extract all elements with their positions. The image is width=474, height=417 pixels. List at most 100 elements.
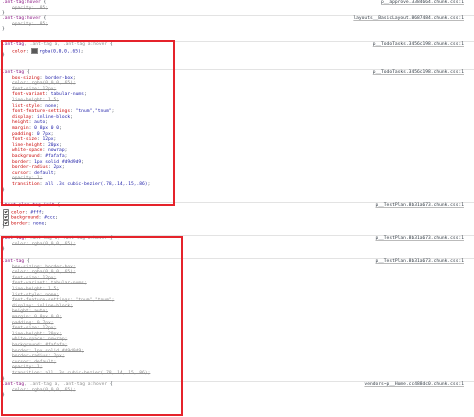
property-value: 2px [53,354,62,360]
semicolon: ; [39,176,43,182]
selector-text: .ant-tag:hover [2,0,41,5]
rule-footer: } [0,53,474,59]
semicolon: ; [64,148,68,154]
semicolon: ; [72,387,76,393]
semicolon: ; [56,287,60,292]
semicolon: ; [50,131,54,137]
property-name: opacity [12,5,32,11]
property-value: rgba(0,0,0,.65) [31,81,73,87]
property-value: none [45,292,57,298]
semicolon: ; [39,365,43,371]
selector-text: .ant-tag:hover [2,16,41,21]
property-value: .85 [36,5,46,11]
semicolon: ; [50,320,54,326]
semicolon: ; [45,21,49,27]
property-value: none [45,103,57,109]
selector-main: .ant-tag [2,236,25,241]
property-value: 0 7px [36,131,51,137]
semicolon: ; [64,337,68,343]
property-value: all .3s cubic-bezier(.78,.14,.15,.86) [45,371,148,376]
semicolon: ; [59,315,62,320]
property-name: white-space [12,337,43,343]
property-value: auto [34,309,46,315]
property-name: color [12,241,26,247]
property-name: opacity [12,21,32,27]
semicolon: ; [72,75,76,81]
close-brace: } [2,187,5,193]
semicolon: ; [72,270,76,276]
property-name: font-size [12,137,37,143]
property-value: 12px [42,326,54,332]
selector-rest: , .ant-tag a, .ant-tag a:hover [24,236,108,241]
property-name: color [12,387,26,393]
semicolon: ; [147,182,151,187]
semicolon: ; [81,348,84,354]
semicolon: ; [72,264,76,270]
selector-text: .ant-tag [2,259,25,264]
open-brace: { [54,203,61,208]
open-brace: { [107,236,113,241]
property-name: border [12,159,29,165]
property-name: border-radius [12,354,48,360]
property-value: 1px solid #d9d9d9 [34,348,82,354]
property-name: transition [12,182,40,187]
property-value: .85 [36,21,46,27]
semicolon: ; [83,92,87,98]
property-value: border-box [45,264,73,270]
close-brace: } [2,247,5,253]
property-value: 2px [53,165,62,171]
property-name: margin [12,315,29,320]
property-value: #fafafa [45,343,65,348]
property-value: 0 8px 0 0 [34,315,60,320]
close-brace: } [2,27,5,33]
semicolon: ; [111,109,115,115]
property-value: 1px solid #d9d9d9 [34,159,82,165]
property-value: "tnum","tnum" [75,298,112,304]
property-name: color [12,81,26,87]
property-name: padding [12,320,32,326]
property-value: 0 8px 0 0 [34,126,60,131]
semicolon: ; [56,98,60,103]
rule-footer: } [0,393,474,399]
rule-footer: } [0,27,474,33]
semicolon: ; [72,241,76,247]
property-name: transition [12,371,40,376]
property-value: tabular-nums [50,92,84,98]
open-brace: { [107,382,113,387]
property-value: #fafafa [45,154,65,159]
semicolon: ; [61,354,65,360]
selector-rest: , .ant-tag a, .ant-tag a:hover [24,42,108,47]
semicolon: ; [72,81,76,87]
selector-text: .ant-tag [2,70,25,75]
property-value: all .3s cubic-bezier(.78,.14,.15,.86) [45,182,148,187]
property-name: box-sizing [12,75,40,81]
rule-footer: } [0,247,474,253]
close-brace: } [2,225,5,231]
semicolon: ; [45,5,49,11]
close-brace: } [2,53,5,59]
property-value: rgba(0,0,0,.65) [31,241,73,247]
property-name: line-height [12,98,43,103]
semicolon: ; [70,114,73,120]
property-name: height [12,120,29,126]
selector-main: .ant-tag [2,382,25,387]
semicolon: ; [56,103,60,109]
property-value: rgba(0,0,0,.65) [31,270,73,276]
property-value: tabular-nums [50,281,84,287]
property-name: font-variant [12,92,46,98]
open-brace: { [24,70,30,75]
rule-footer: } [0,188,474,194]
semicolon: ; [147,371,151,376]
property-name: list-style [12,292,40,298]
semicolon: ; [61,165,65,171]
open-brace: { [40,16,47,21]
semicolon: ; [64,154,68,159]
semicolon: ; [83,281,87,287]
semicolon: ; [45,309,49,315]
property-name: white-space [12,148,43,154]
property-name: opacity [12,365,32,371]
semicolon: ; [56,292,60,298]
semicolon: ; [59,126,62,131]
close-brace: } [2,393,5,399]
property-name: line-height [12,287,43,292]
